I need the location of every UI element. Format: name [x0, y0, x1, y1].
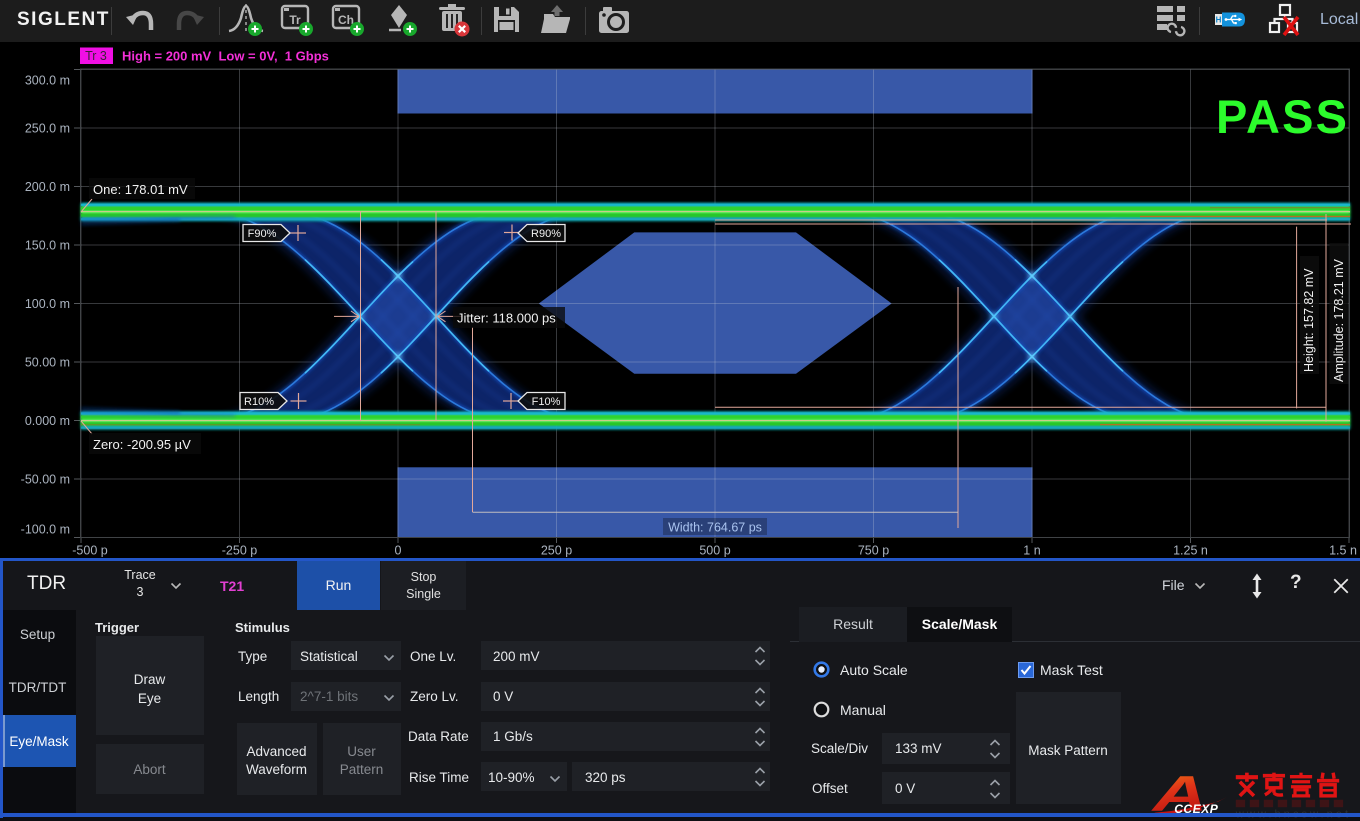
svg-text:750 p: 750 p [858, 544, 889, 558]
svg-text:Amplitude: 178.21 mV: Amplitude: 178.21 mV [1332, 258, 1346, 382]
svg-text:PASS: PASS [1216, 90, 1347, 143]
svg-text:150.0 m: 150.0 m [25, 238, 70, 252]
svg-text:0: 0 [395, 544, 402, 558]
svg-text:F90%: F90% [248, 228, 277, 240]
svg-text:-250 p: -250 p [222, 544, 257, 558]
svg-text:Tr: Tr [289, 13, 301, 27]
svg-text:Tr 3: Tr 3 [85, 49, 107, 63]
svg-text:-100.0 m: -100.0 m [21, 522, 70, 536]
svg-text:Height: 157.82 mV: Height: 157.82 mV [1302, 268, 1316, 372]
svg-text:Zero: -200.95 µV: Zero: -200.95 µV [93, 437, 191, 452]
svg-text:One: 178.01 mV: One: 178.01 mV [93, 182, 188, 197]
svg-text:R90%: R90% [531, 228, 561, 240]
svg-text:Width: 764.67 ps: Width: 764.67 ps [668, 521, 762, 535]
svg-text:50.00 m: 50.00 m [25, 355, 70, 369]
svg-text:500 p: 500 p [699, 544, 730, 558]
svg-text:250 p: 250 p [541, 544, 572, 558]
svg-text:-500 p: -500 p [72, 544, 107, 558]
svg-text:0.000 m: 0.000 m [25, 414, 70, 428]
svg-text:-50.00 m: -50.00 m [21, 472, 70, 486]
svg-text:200.0 m: 200.0 m [25, 180, 70, 194]
svg-text:1.25 n: 1.25 n [1173, 544, 1208, 558]
svg-text:R10%: R10% [244, 396, 274, 408]
svg-text:F10%: F10% [532, 396, 561, 408]
svg-text:300.0 m: 300.0 m [25, 73, 70, 87]
svg-text:1.5 n: 1.5 n [1329, 544, 1357, 558]
svg-text:High = 200 mV Low = 0V, 1 Gb: High = 200 mV Low = 0V, 1 Gbps [122, 49, 329, 64]
svg-text:H: H [1216, 16, 1222, 25]
svg-text:1 n: 1 n [1023, 544, 1040, 558]
svg-text:250.0 m: 250.0 m [25, 121, 70, 135]
svg-text:Jitter: 118.000 ps: Jitter: 118.000 ps [457, 311, 556, 326]
svg-text:100.0 m: 100.0 m [25, 297, 70, 311]
